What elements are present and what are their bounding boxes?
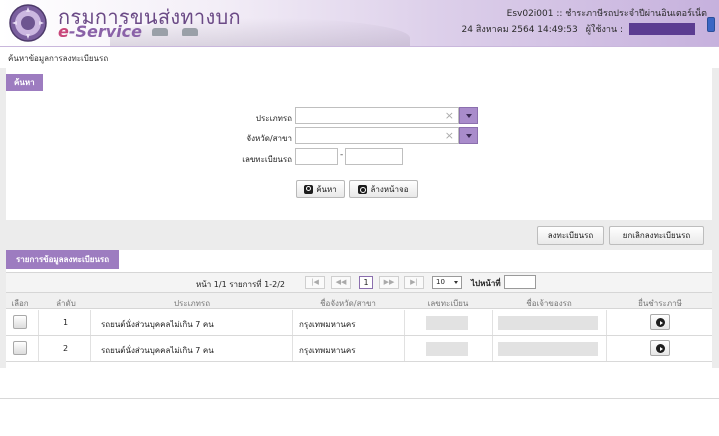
- pager-summary: หน้า 1/1 รายการที่ 1-2/2: [196, 280, 285, 289]
- column-header-province: ชื่อจังหวัด/สาขา: [320, 299, 376, 308]
- search-tab[interactable]: ค้นหา: [6, 74, 43, 91]
- row-vehicle-type: รถยนต์นั่งส่วนบุคคลไม่เกิน 7 คน: [101, 346, 214, 355]
- search-panel: ค้นหา ประเภทรถ × จังหวัด/สาขา × เลขทะเบี…: [6, 68, 712, 220]
- last-page-button[interactable]: ▶|: [404, 276, 424, 289]
- vehicle-type-select[interactable]: ×: [295, 107, 459, 124]
- brand-eservice-name: e-Service: [58, 22, 143, 41]
- vehicle-type-label: ประเภทรถ: [255, 114, 292, 123]
- province-select[interactable]: ×: [295, 127, 459, 144]
- clear-icon[interactable]: ×: [445, 109, 454, 123]
- first-page-button[interactable]: |◀: [305, 276, 325, 289]
- column-header-plate: เลขทะเบียน: [427, 299, 469, 308]
- breadcrumb-bar: ค้นหาข้อมูลการลงทะเบียนรถ: [0, 46, 719, 68]
- user-label: ผู้ใช้งาน :: [585, 25, 623, 35]
- goto-page-label: ไปหน้าที่: [471, 279, 501, 288]
- column-header-owner: ชื่อเจ้าของรถ: [526, 299, 572, 308]
- table-row[interactable]: 1 รถยนต์นั่งส่วนบุคคลไม่เกิน 7 คน กรุงเท…: [6, 310, 712, 336]
- row-select-checkbox[interactable]: [13, 315, 27, 329]
- goto-page-input[interactable]: [504, 275, 536, 289]
- clear-icon[interactable]: ×: [445, 129, 454, 143]
- cancel-register-button[interactable]: ยกเลิกลงทะเบียนรถ: [609, 226, 704, 245]
- plate-number-input[interactable]: [345, 148, 403, 165]
- footer-divider: [0, 398, 719, 399]
- vehicle-type-dropdown-button[interactable]: [459, 107, 478, 124]
- user-name-redacted: [629, 23, 695, 35]
- session-info: 24 สิงหาคม 2564 14:49:53 ผู้ใช้งาน :: [462, 22, 695, 36]
- register-vehicle-button[interactable]: ลงทะเบียนรถ: [537, 226, 604, 245]
- row-vehicle-type: รถยนต์นั่งส่วนบุคคลไม่เกิน 7 คน: [101, 320, 214, 329]
- datetime: 24 สิงหาคม 2564 14:49:53: [461, 25, 578, 35]
- plate-number-redacted: [426, 316, 468, 330]
- system-title: Esv02i001 :: ชำระภาษีรถประจำปีผ่านอินเตอ…: [506, 9, 707, 19]
- pay-tax-button[interactable]: [650, 340, 670, 356]
- breadcrumb: ค้นหาข้อมูลการลงทะเบียนรถ: [8, 54, 109, 63]
- table-header: เลือก ลำดับ ประเภทรถ ชื่อจังหวัด/สาขา เล…: [6, 292, 712, 309]
- owner-name-redacted: [498, 316, 598, 330]
- dlt-emblem-icon: [9, 4, 47, 42]
- column-header-tax-payment: ยื่นชำระภาษี: [638, 299, 682, 308]
- pay-tax-button[interactable]: [650, 314, 670, 330]
- prev-page-button[interactable]: ◀◀: [331, 276, 351, 289]
- plate-dash: -: [340, 150, 344, 160]
- row-province: กรุงเทพมหานคร: [299, 320, 356, 329]
- province-dropdown-button[interactable]: [459, 127, 478, 144]
- search-icon: [304, 184, 314, 194]
- car-icon: [152, 28, 168, 36]
- page-footer-area: [0, 368, 719, 436]
- list-tab[interactable]: รายการข้อมูลลงทะเบียนรถ: [6, 250, 120, 269]
- owner-name-redacted: [498, 342, 598, 356]
- car-icon: [182, 28, 198, 36]
- row-select-checkbox[interactable]: [13, 341, 27, 355]
- province-label: จังหวัด/สาขา: [246, 134, 292, 143]
- page-size-select[interactable]: 10: [432, 276, 462, 289]
- current-page[interactable]: 1: [359, 276, 373, 289]
- column-header-select: เลือก: [11, 299, 29, 308]
- app-header: กรมการขนส่งทางบก e-Service Esv02i001 :: …: [0, 0, 719, 46]
- column-header-index: ลำดับ: [56, 299, 76, 308]
- plate-prefix-input[interactable]: [295, 148, 338, 165]
- row-index: 2: [63, 344, 69, 353]
- row-index: 1: [63, 318, 69, 327]
- reset-button[interactable]: ล้างหน้าจอ: [349, 180, 418, 198]
- mobile-device-icon[interactable]: [707, 17, 715, 32]
- registration-list-panel: รายการข้อมูลลงทะเบียนรถ หน้า 1/1 รายการท…: [6, 250, 712, 368]
- search-button[interactable]: ค้นหา: [296, 180, 345, 198]
- next-page-button[interactable]: ▶▶: [379, 276, 399, 289]
- table-row[interactable]: 2 รถยนต์นั่งส่วนบุคคลไม่เกิน 7 คน กรุงเท…: [6, 336, 712, 362]
- plate-number-label: เลขทะเบียนรถ: [242, 155, 292, 164]
- pager-bar: หน้า 1/1 รายการที่ 1-2/2 |◀ ◀◀ 1 ▶▶ ▶| 1…: [6, 272, 712, 292]
- column-header-vehicle-type: ประเภทรถ: [173, 299, 211, 308]
- plate-number-redacted: [426, 342, 468, 356]
- clear-form-icon: [358, 184, 368, 194]
- row-province: กรุงเทพมหานคร: [299, 346, 356, 355]
